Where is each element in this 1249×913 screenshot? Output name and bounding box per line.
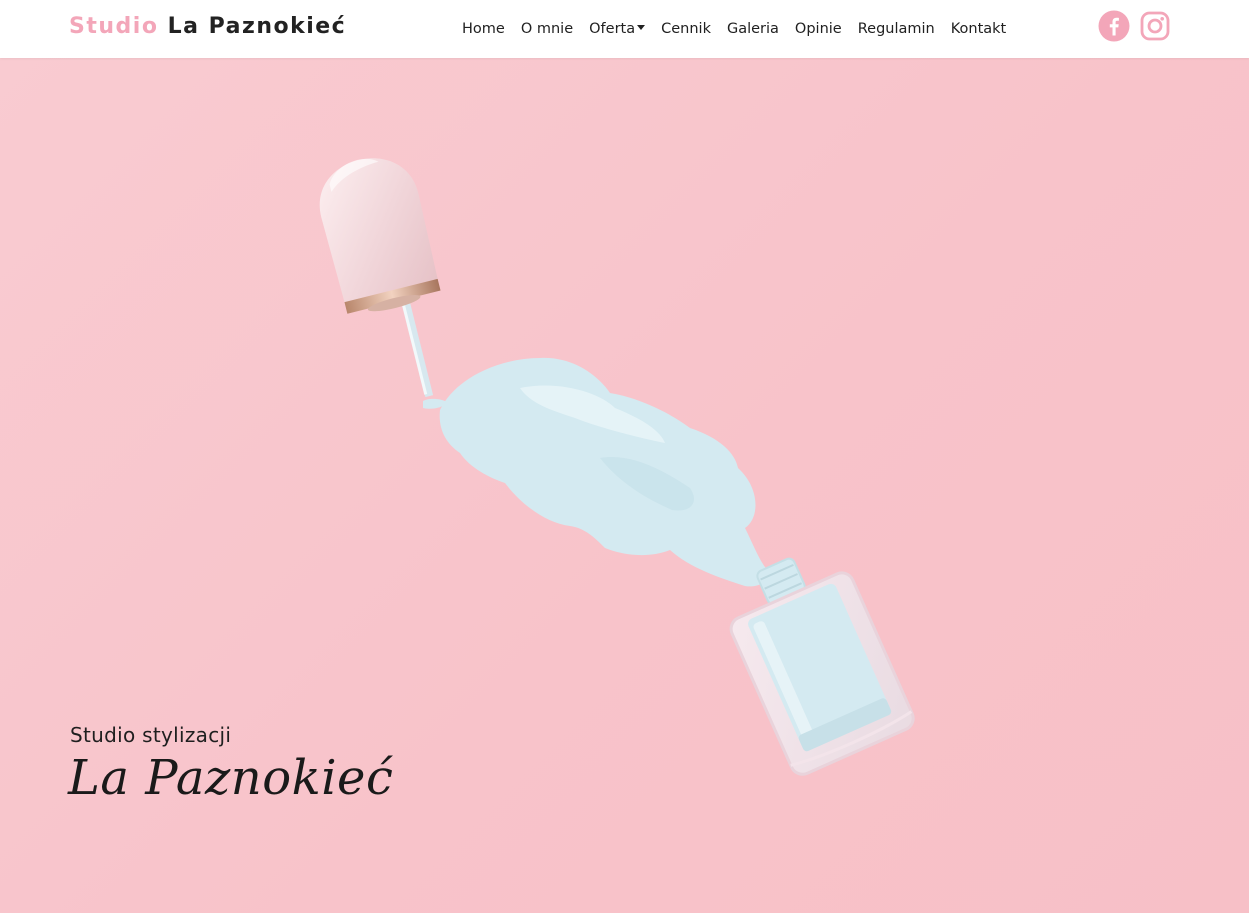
facebook-icon[interactable] xyxy=(1098,10,1130,42)
social-links xyxy=(1098,10,1171,42)
hero-subtitle: Studio stylizacji xyxy=(70,723,232,747)
hero-title: La Paznokieć xyxy=(68,750,394,806)
main-nav: Home O mnie Oferta Cennik Galeria Opinie… xyxy=(454,0,1014,58)
instagram-icon[interactable] xyxy=(1139,10,1171,42)
brand-name-text: La Paznokieć xyxy=(167,14,347,39)
hero-section: Studio stylizacji La Paznokieć xyxy=(0,58,1249,913)
nav-link-regulamin[interactable]: Regulamin xyxy=(850,21,943,37)
chevron-down-icon xyxy=(637,25,646,30)
nav-link-oferta[interactable]: Oferta xyxy=(581,21,653,37)
brand-logo[interactable]: Studio La Paznokieć xyxy=(69,14,346,39)
top-navbar: Studio La Paznokieć Home O mnie Oferta C… xyxy=(0,0,1249,58)
nav-link-cennik[interactable]: Cennik xyxy=(653,21,719,37)
brand-accent-text: Studio xyxy=(69,14,159,39)
nav-link-kontakt[interactable]: Kontakt xyxy=(943,21,1015,37)
nav-link-home[interactable]: Home xyxy=(454,21,513,37)
nav-link-opinie[interactable]: Opinie xyxy=(787,21,850,37)
nav-link-galeria[interactable]: Galeria xyxy=(719,21,787,37)
nav-link-o-mnie[interactable]: O mnie xyxy=(513,21,581,37)
nav-link-oferta-label: Oferta xyxy=(589,21,636,37)
